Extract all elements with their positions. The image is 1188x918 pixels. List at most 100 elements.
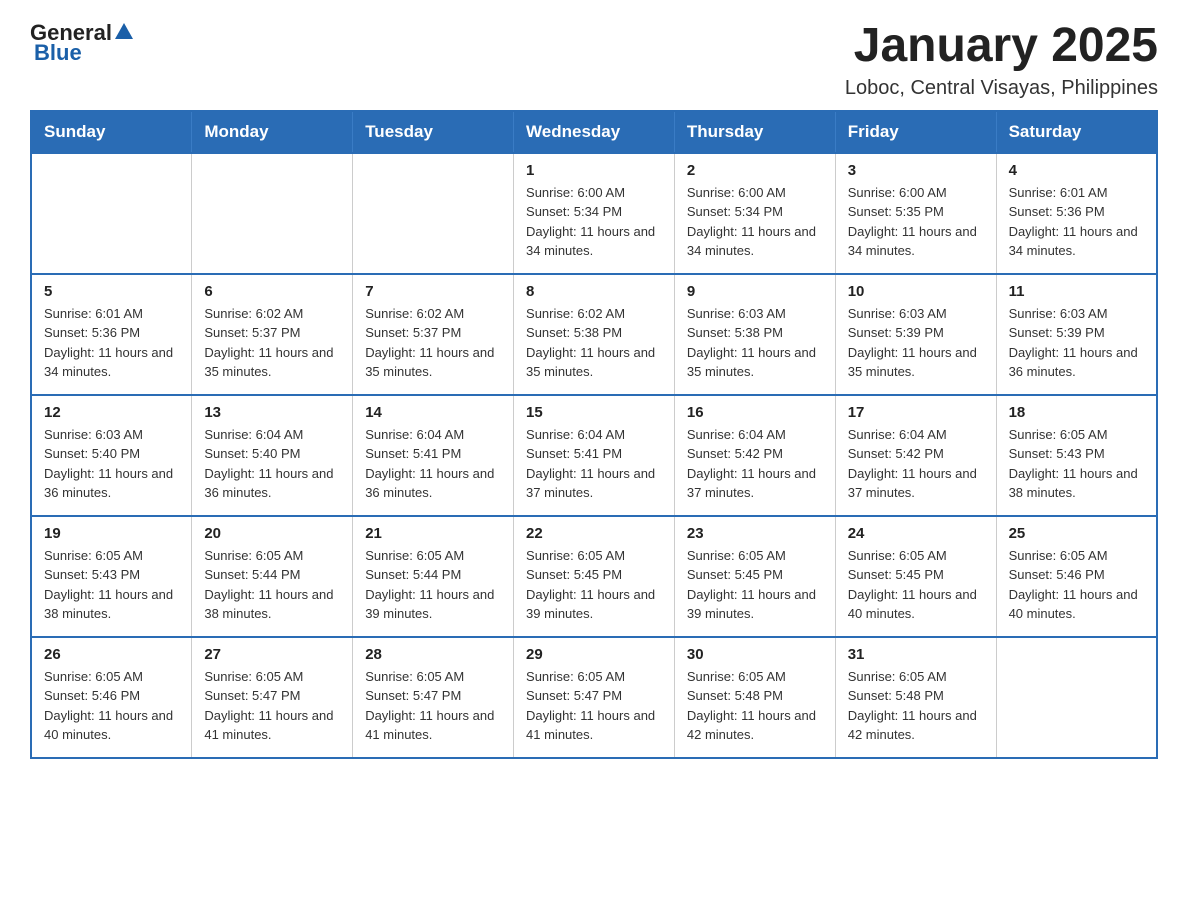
- day-number: 9: [687, 283, 823, 300]
- day-info: Sunrise: 6:04 AMSunset: 5:41 PMDaylight:…: [526, 425, 662, 503]
- day-number: 10: [848, 283, 984, 300]
- day-info: Sunrise: 6:02 AMSunset: 5:37 PMDaylight:…: [204, 304, 340, 382]
- day-number: 18: [1009, 404, 1144, 421]
- day-number: 20: [204, 525, 340, 542]
- day-number: 4: [1009, 162, 1144, 179]
- weekday-header-thursday: Thursday: [674, 111, 835, 153]
- calendar-cell: 29 Sunrise: 6:05 AMSunset: 5:47 PMDayligh…: [514, 637, 675, 758]
- day-number: 25: [1009, 525, 1144, 542]
- day-info: Sunrise: 6:05 AMSunset: 5:47 PMDaylight:…: [365, 667, 501, 745]
- calendar-cell: 1Sunrise: 6:00 AMSunset: 5:34 PMDaylight…: [514, 153, 675, 274]
- day-number: 14: [365, 404, 501, 421]
- day-info: Sunrise: 6:05 AMSunset: 5:43 PMDaylight:…: [1009, 425, 1144, 503]
- day-info: Sunrise: 6:05 AMSunset: 5:46 PMDaylight:…: [44, 667, 179, 745]
- weekday-header-friday: Friday: [835, 111, 996, 153]
- day-number: 27: [204, 646, 340, 663]
- calendar-cell: 30 Sunrise: 6:05 AMSunset: 5:48 PMDayligh…: [674, 637, 835, 758]
- day-info: Sunrise: 6:00 AMSunset: 5:35 PMDaylight:…: [848, 183, 984, 261]
- day-info: Sunrise: 6:00 AMSunset: 5:34 PMDaylight:…: [526, 183, 662, 261]
- weekday-header-wednesday: Wednesday: [514, 111, 675, 153]
- logo: General Blue: [30, 20, 133, 66]
- calendar-cell: 3Sunrise: 6:00 AMSunset: 5:35 PMDaylight…: [835, 153, 996, 274]
- calendar-week-row: 5 Sunrise: 6:01 AMSunset: 5:36 PMDaylight…: [31, 274, 1157, 395]
- day-info: Sunrise: 6:05 AMSunset: 5:48 PMDaylight:…: [848, 667, 984, 745]
- day-number: 6: [204, 283, 340, 300]
- calendar-cell: 17Sunrise: 6:04 AMSunset: 5:42 PMDayligh…: [835, 395, 996, 516]
- calendar-cell: 14 Sunrise: 6:04 AMSunset: 5:41 PMDayligh…: [353, 395, 514, 516]
- day-number: 28: [365, 646, 501, 663]
- page-header: General Blue January 2025 Loboc, Central…: [30, 20, 1158, 100]
- day-number: 26: [44, 646, 179, 663]
- day-info: Sunrise: 6:05 AMSunset: 5:44 PMDaylight:…: [365, 546, 501, 624]
- calendar-cell: 24 Sunrise: 6:05 AMSunset: 5:45 PMDayligh…: [835, 516, 996, 637]
- day-info: Sunrise: 6:05 AMSunset: 5:45 PMDaylight:…: [687, 546, 823, 624]
- weekday-header-tuesday: Tuesday: [353, 111, 514, 153]
- day-info: Sunrise: 6:05 AMSunset: 5:46 PMDaylight:…: [1009, 546, 1144, 624]
- day-info: Sunrise: 6:04 AMSunset: 5:42 PMDaylight:…: [687, 425, 823, 503]
- day-info: Sunrise: 6:05 AMSunset: 5:48 PMDaylight:…: [687, 667, 823, 745]
- weekday-header-saturday: Saturday: [996, 111, 1157, 153]
- day-info: Sunrise: 6:05 AMSunset: 5:43 PMDaylight:…: [44, 546, 179, 624]
- calendar-cell: 10 Sunrise: 6:03 AMSunset: 5:39 PMDayligh…: [835, 274, 996, 395]
- day-number: 7: [365, 283, 501, 300]
- day-info: Sunrise: 6:01 AMSunset: 5:36 PMDaylight:…: [44, 304, 179, 382]
- calendar-table: SundayMondayTuesdayWednesdayThursdayFrid…: [30, 110, 1158, 759]
- day-number: 5: [44, 283, 179, 300]
- calendar-week-row: 1Sunrise: 6:00 AMSunset: 5:34 PMDaylight…: [31, 153, 1157, 274]
- day-number: 31: [848, 646, 984, 663]
- calendar-cell: 2Sunrise: 6:00 AMSunset: 5:34 PMDaylight…: [674, 153, 835, 274]
- calendar-cell: 22Sunrise: 6:05 AMSunset: 5:45 PMDayligh…: [514, 516, 675, 637]
- weekday-header-monday: Monday: [192, 111, 353, 153]
- day-info: Sunrise: 6:04 AMSunset: 5:41 PMDaylight:…: [365, 425, 501, 503]
- calendar-cell: 11 Sunrise: 6:03 AMSunset: 5:39 PMDayligh…: [996, 274, 1157, 395]
- day-info: Sunrise: 6:02 AMSunset: 5:38 PMDaylight:…: [526, 304, 662, 382]
- calendar-cell: 13 Sunrise: 6:04 AMSunset: 5:40 PMDayligh…: [192, 395, 353, 516]
- calendar-cell: 20 Sunrise: 6:05 AMSunset: 5:44 PMDayligh…: [192, 516, 353, 637]
- calendar-cell: 23Sunrise: 6:05 AMSunset: 5:45 PMDayligh…: [674, 516, 835, 637]
- day-info: Sunrise: 6:03 AMSunset: 5:39 PMDaylight:…: [848, 304, 984, 382]
- day-number: 21: [365, 525, 501, 542]
- calendar-cell: 27 Sunrise: 6:05 AMSunset: 5:47 PMDayligh…: [192, 637, 353, 758]
- day-info: Sunrise: 6:03 AMSunset: 5:38 PMDaylight:…: [687, 304, 823, 382]
- day-number: 15: [526, 404, 662, 421]
- day-info: Sunrise: 6:05 AMSunset: 5:44 PMDaylight:…: [204, 546, 340, 624]
- day-number: 2: [687, 162, 823, 179]
- month-title: January 2025: [845, 20, 1158, 73]
- calendar-cell: 19Sunrise: 6:05 AMSunset: 5:43 PMDayligh…: [31, 516, 192, 637]
- calendar-week-row: 26 Sunrise: 6:05 AMSunset: 5:46 PMDayligh…: [31, 637, 1157, 758]
- day-info: Sunrise: 6:05 AMSunset: 5:45 PMDaylight:…: [848, 546, 984, 624]
- day-info: Sunrise: 6:03 AMSunset: 5:40 PMDaylight:…: [44, 425, 179, 503]
- day-info: Sunrise: 6:03 AMSunset: 5:39 PMDaylight:…: [1009, 304, 1144, 382]
- calendar-cell: 18 Sunrise: 6:05 AMSunset: 5:43 PMDayligh…: [996, 395, 1157, 516]
- calendar-cell: 26 Sunrise: 6:05 AMSunset: 5:46 PMDayligh…: [31, 637, 192, 758]
- weekday-header-sunday: Sunday: [31, 111, 192, 153]
- day-number: 16: [687, 404, 823, 421]
- day-info: Sunrise: 6:04 AMSunset: 5:42 PMDaylight:…: [848, 425, 984, 503]
- calendar-cell: 7 Sunrise: 6:02 AMSunset: 5:37 PMDaylight…: [353, 274, 514, 395]
- calendar-cell: 6 Sunrise: 6:02 AMSunset: 5:37 PMDaylight…: [192, 274, 353, 395]
- day-number: 8: [526, 283, 662, 300]
- calendar-cell: 25 Sunrise: 6:05 AMSunset: 5:46 PMDayligh…: [996, 516, 1157, 637]
- day-number: 30: [687, 646, 823, 663]
- calendar-cell: [353, 153, 514, 274]
- day-number: 24: [848, 525, 984, 542]
- day-info: Sunrise: 6:05 AMSunset: 5:47 PMDaylight:…: [526, 667, 662, 745]
- calendar-cell: [996, 637, 1157, 758]
- calendar-cell: 21 Sunrise: 6:05 AMSunset: 5:44 PMDayligh…: [353, 516, 514, 637]
- calendar-cell: 12 Sunrise: 6:03 AMSunset: 5:40 PMDayligh…: [31, 395, 192, 516]
- day-info: Sunrise: 6:05 AMSunset: 5:45 PMDaylight:…: [526, 546, 662, 624]
- day-number: 29: [526, 646, 662, 663]
- calendar-cell: 4 Sunrise: 6:01 AMSunset: 5:36 PMDaylight…: [996, 153, 1157, 274]
- calendar-cell: 31 Sunrise: 6:05 AMSunset: 5:48 PMDayligh…: [835, 637, 996, 758]
- day-info: Sunrise: 6:04 AMSunset: 5:40 PMDaylight:…: [204, 425, 340, 503]
- calendar-week-row: 19Sunrise: 6:05 AMSunset: 5:43 PMDayligh…: [31, 516, 1157, 637]
- day-number: 11: [1009, 283, 1144, 300]
- calendar-cell: 15 Sunrise: 6:04 AMSunset: 5:41 PMDayligh…: [514, 395, 675, 516]
- calendar-cell: 28 Sunrise: 6:05 AMSunset: 5:47 PMDayligh…: [353, 637, 514, 758]
- day-number: 13: [204, 404, 340, 421]
- day-number: 12: [44, 404, 179, 421]
- day-info: Sunrise: 6:02 AMSunset: 5:37 PMDaylight:…: [365, 304, 501, 382]
- day-info: Sunrise: 6:01 AMSunset: 5:36 PMDaylight:…: [1009, 183, 1144, 261]
- day-info: Sunrise: 6:05 AMSunset: 5:47 PMDaylight:…: [204, 667, 340, 745]
- calendar-cell: [31, 153, 192, 274]
